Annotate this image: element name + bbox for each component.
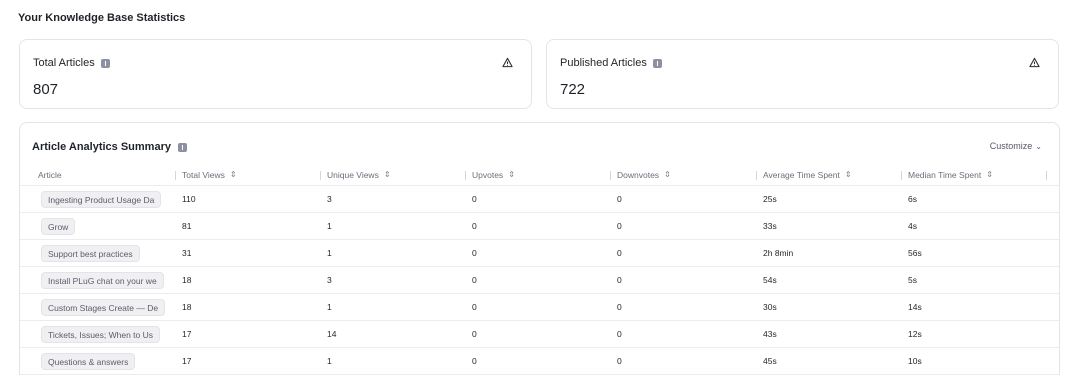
average-time-cell: 33s <box>763 221 777 231</box>
table-row[interactable]: Install PLuG chat on your we 18 3 0 0 54… <box>20 267 1059 294</box>
total-views-cell: 18 <box>182 302 192 312</box>
warning-icon[interactable] <box>1029 57 1040 68</box>
article-link[interactable]: Custom Stages Create — De <box>41 298 166 316</box>
column-header-article[interactable]: Article <box>38 170 62 180</box>
article-link[interactable]: Questions & answers <box>41 352 136 370</box>
median-time-cell: 5s <box>908 275 917 285</box>
median-time-cell: 12s <box>908 329 922 339</box>
sort-icon[interactable]: ⇕ <box>508 171 515 179</box>
stat-label: Published Articles <box>560 57 647 69</box>
section-title: Article Analytics Summary <box>32 141 171 153</box>
downvotes-cell: 0 <box>617 329 622 339</box>
downvotes-cell: 0 <box>617 221 622 231</box>
average-time-cell: 45s <box>763 356 777 366</box>
unique-views-cell: 1 <box>327 302 332 312</box>
customize-label: Customize <box>989 141 1033 151</box>
unique-views-cell: 14 <box>327 329 337 339</box>
average-time-cell: 25s <box>763 194 777 204</box>
column-divider[interactable] <box>320 171 321 180</box>
median-time-cell: 14s <box>908 302 922 312</box>
unique-views-cell: 1 <box>327 356 332 366</box>
article-link[interactable]: Support best practices <box>41 244 140 262</box>
average-time-cell: 54s <box>763 275 777 285</box>
page-title: Your Knowledge Base Statistics <box>18 12 186 24</box>
stat-label: Total Articles <box>33 57 95 69</box>
upvotes-cell: 0 <box>472 194 477 204</box>
stat-value: 722 <box>560 81 586 98</box>
upvotes-cell: 0 <box>472 356 477 366</box>
sort-icon[interactable]: ⇕ <box>845 171 852 179</box>
sort-icon[interactable]: ⇕ <box>664 171 671 179</box>
published-articles-card: Published Articles 722 <box>546 39 1059 109</box>
info-icon[interactable] <box>652 58 662 68</box>
median-time-cell: 4s <box>908 221 917 231</box>
sort-icon[interactable]: ⇕ <box>384 171 391 179</box>
info-icon[interactable] <box>177 142 187 152</box>
total-views-cell: 81 <box>182 221 192 231</box>
info-icon[interactable] <box>100 58 110 68</box>
total-articles-card: Total Articles 807 <box>19 39 532 109</box>
downvotes-cell: 0 <box>617 302 622 312</box>
total-views-cell: 17 <box>182 329 192 339</box>
column-header-median-time-spent[interactable]: Median Time Spent ⇕ <box>908 170 993 180</box>
average-time-cell: 2h 8min <box>763 248 794 258</box>
downvotes-cell: 0 <box>617 275 622 285</box>
upvotes-cell: 0 <box>472 302 477 312</box>
article-link[interactable]: Install PLuG chat on your we <box>41 271 164 289</box>
table-row[interactable]: Tickets, Issues; When to Us 17 14 0 0 43… <box>20 321 1059 348</box>
downvotes-cell: 0 <box>617 356 622 366</box>
column-header-total-views[interactable]: Total Views ⇕ <box>182 170 237 180</box>
median-time-cell: 10s <box>908 356 922 366</box>
article-analytics-summary: Article Analytics Summary Customize ⌄ Ar… <box>19 122 1060 375</box>
unique-views-cell: 3 <box>327 275 332 285</box>
unique-views-cell: 1 <box>327 248 332 258</box>
column-divider[interactable] <box>175 171 176 180</box>
table-row[interactable]: Custom Stages Create — De 18 1 0 0 30s 1… <box>20 294 1059 321</box>
chevron-down-icon: ⌄ <box>1035 141 1042 151</box>
article-link[interactable]: Ingesting Product Usage Da <box>41 190 162 208</box>
median-time-cell: 6s <box>908 194 917 204</box>
table-row[interactable]: Support best practices 31 1 0 0 2h 8min … <box>20 240 1059 267</box>
table-header: Article Total Views ⇕ Unique Views ⇕ Upv… <box>20 165 1059 186</box>
upvotes-cell: 0 <box>472 329 477 339</box>
column-header-unique-views[interactable]: Unique Views ⇕ <box>327 170 391 180</box>
average-time-cell: 43s <box>763 329 777 339</box>
total-views-cell: 110 <box>182 194 196 204</box>
column-divider[interactable] <box>465 171 466 180</box>
total-views-cell: 18 <box>182 275 192 285</box>
table-row[interactable]: Grow 81 1 0 0 33s 4s <box>20 213 1059 240</box>
average-time-cell: 30s <box>763 302 777 312</box>
column-divider[interactable] <box>901 171 902 180</box>
unique-views-cell: 1 <box>327 221 332 231</box>
article-link[interactable]: Grow <box>41 217 76 235</box>
column-divider[interactable] <box>756 171 757 180</box>
column-header-average-time-spent[interactable]: Average Time Spent ⇕ <box>763 170 852 180</box>
customize-button[interactable]: Customize ⌄ <box>990 141 1042 151</box>
upvotes-cell: 0 <box>472 248 477 258</box>
table-row[interactable]: Ingesting Product Usage Da 110 3 0 0 25s… <box>20 186 1059 213</box>
total-views-cell: 17 <box>182 356 192 366</box>
unique-views-cell: 3 <box>327 194 332 204</box>
column-header-upvotes[interactable]: Upvotes ⇕ <box>472 170 515 180</box>
sort-icon[interactable]: ⇕ <box>230 171 237 179</box>
sort-icon[interactable]: ⇕ <box>986 171 993 179</box>
median-time-cell: 56s <box>908 248 922 258</box>
table-row[interactable]: Questions & answers 17 1 0 0 45s 10s <box>20 348 1059 375</box>
article-link[interactable]: Tickets, Issues; When to Us <box>41 325 161 343</box>
column-header-downvotes[interactable]: Downvotes ⇕ <box>617 170 671 180</box>
total-views-cell: 31 <box>182 248 192 258</box>
column-divider[interactable] <box>610 171 611 180</box>
upvotes-cell: 0 <box>472 275 477 285</box>
warning-icon[interactable] <box>502 57 513 68</box>
upvotes-cell: 0 <box>472 221 477 231</box>
downvotes-cell: 0 <box>617 248 622 258</box>
stat-value: 807 <box>33 81 59 98</box>
downvotes-cell: 0 <box>617 194 622 204</box>
column-divider[interactable] <box>1046 171 1047 180</box>
